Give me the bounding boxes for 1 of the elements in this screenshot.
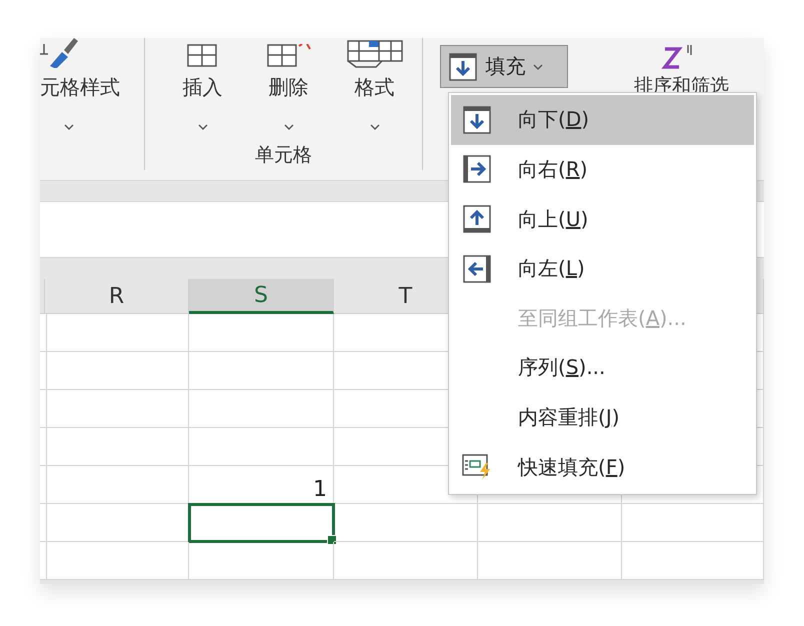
group-label: 单元格 <box>255 143 312 168</box>
